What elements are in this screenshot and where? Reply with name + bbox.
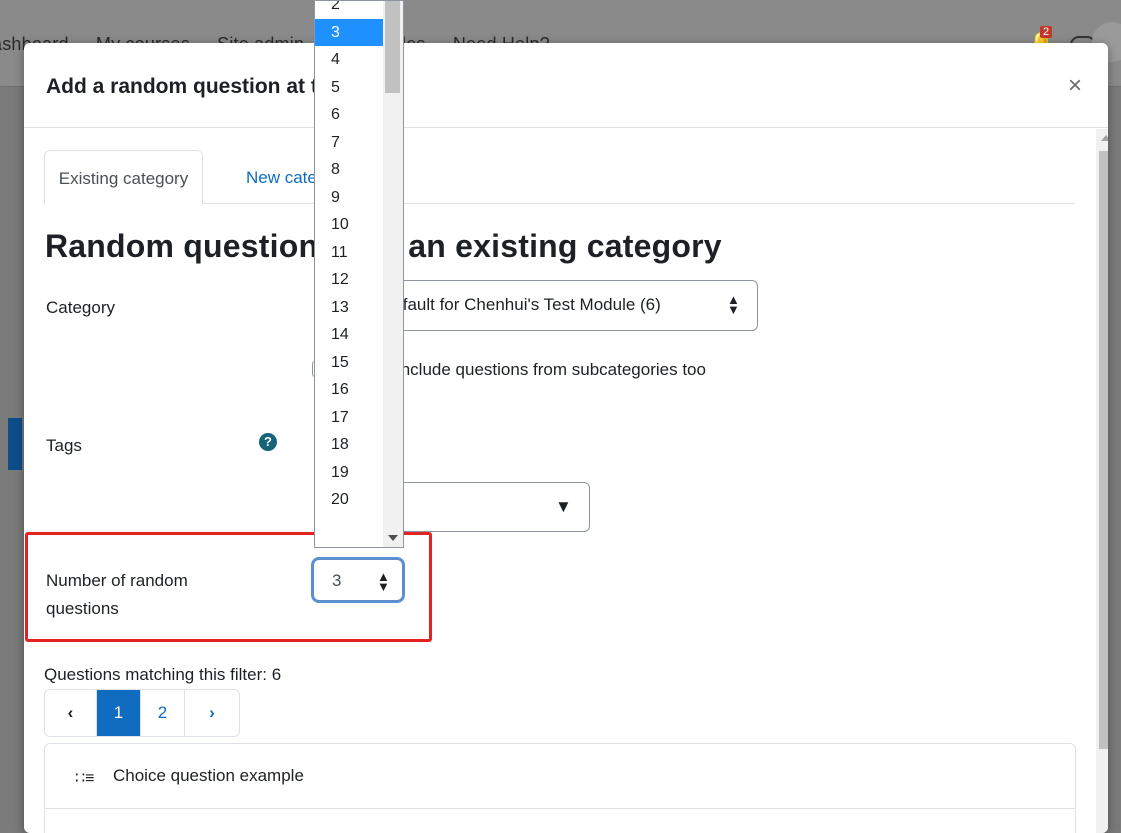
dropdown-option[interactable]: 11: [315, 239, 383, 267]
dropdown-option[interactable]: 4: [315, 46, 383, 74]
next-page-button[interactable]: ›: [185, 690, 239, 736]
number-random-value: 3: [332, 571, 342, 590]
dropdown-option[interactable]: 15: [315, 349, 383, 377]
dropdown-option[interactable]: 19: [315, 459, 383, 487]
question-list: ∷≡ Choice question example: [44, 743, 1076, 833]
select-updown-icon: ▲ ▼: [377, 569, 390, 594]
tags-label: Tags: [46, 436, 82, 455]
dropdown-scrollbar-thumb[interactable]: [385, 1, 400, 93]
dropdown-option[interactable]: 2: [315, 1, 383, 19]
add-random-question-modal: Add a random question at the end × Exist…: [24, 43, 1108, 833]
scroll-down-arrow-icon[interactable]: [388, 535, 398, 541]
dropdown-option[interactable]: 13: [315, 294, 383, 322]
dropdown-option[interactable]: 3: [315, 18, 383, 46]
list-item[interactable]: ∷≡ Choice question example: [45, 744, 1075, 809]
dropdown-option[interactable]: 7: [315, 129, 383, 157]
pagination: ‹ 1 2 ›: [44, 689, 240, 737]
dropdown-option[interactable]: 5: [315, 74, 383, 102]
dropdown-option[interactable]: 9: [315, 184, 383, 212]
dropdown-option[interactable]: 14: [315, 321, 383, 349]
category-tabs: Existing category New category: [44, 150, 1075, 205]
sidebar-indicator: [8, 418, 22, 470]
question-name: Choice question example: [113, 766, 304, 785]
previous-page-button[interactable]: ‹: [45, 690, 97, 736]
help-icon[interactable]: ?: [259, 433, 277, 451]
category-select-value: Default for Chenhui's Test Module (6): [381, 295, 661, 314]
tab-existing-category[interactable]: Existing category: [44, 150, 203, 205]
matching-count: Questions matching this filter: 6: [44, 665, 282, 684]
number-random-dropdown: 2 3 4 5 6 7 8 9 10 11 12 13 14 15 16 17 18 19 20: [314, 0, 404, 548]
close-icon[interactable]: ×: [1068, 74, 1082, 98]
multichoice-icon: ∷≡: [75, 770, 95, 787]
modal-header: Add a random question at the end ×: [24, 43, 1108, 128]
select-updown-icon: ▲ ▼: [727, 292, 740, 317]
scroll-up-arrow-icon[interactable]: [1101, 135, 1108, 141]
modal-scrollbar[interactable]: [1096, 129, 1108, 833]
page-1-button[interactable]: 1: [97, 690, 141, 736]
dropdown-option[interactable]: 20: [315, 486, 383, 514]
category-label: Category: [46, 298, 115, 317]
page-2-button[interactable]: 2: [141, 690, 185, 736]
dropdown-option[interactable]: 18: [315, 431, 383, 459]
dropdown-option[interactable]: 8: [315, 156, 383, 184]
dropdown-options: 2 3 4 5 6 7 8 9 10 11 12 13 14 15 16 17 18 19 20: [315, 1, 383, 514]
dropdown-scrollbar[interactable]: [383, 1, 403, 547]
dropdown-option[interactable]: 16: [315, 376, 383, 404]
notification-badge: 2: [1040, 26, 1053, 38]
dropdown-option[interactable]: 6: [315, 101, 383, 129]
subcategories-label: Include questions from subcategories too: [396, 360, 706, 379]
tags-dropdown-arrow-icon[interactable]: ▼: [555, 497, 572, 517]
number-random-select[interactable]: 3 ▲ ▼: [311, 557, 405, 603]
dropdown-option[interactable]: 10: [315, 211, 383, 239]
number-random-label: Number of random questions: [46, 571, 188, 618]
dropdown-option[interactable]: 17: [315, 404, 383, 432]
dropdown-option[interactable]: 12: [315, 266, 383, 294]
scrollbar-thumb[interactable]: [1099, 151, 1108, 749]
